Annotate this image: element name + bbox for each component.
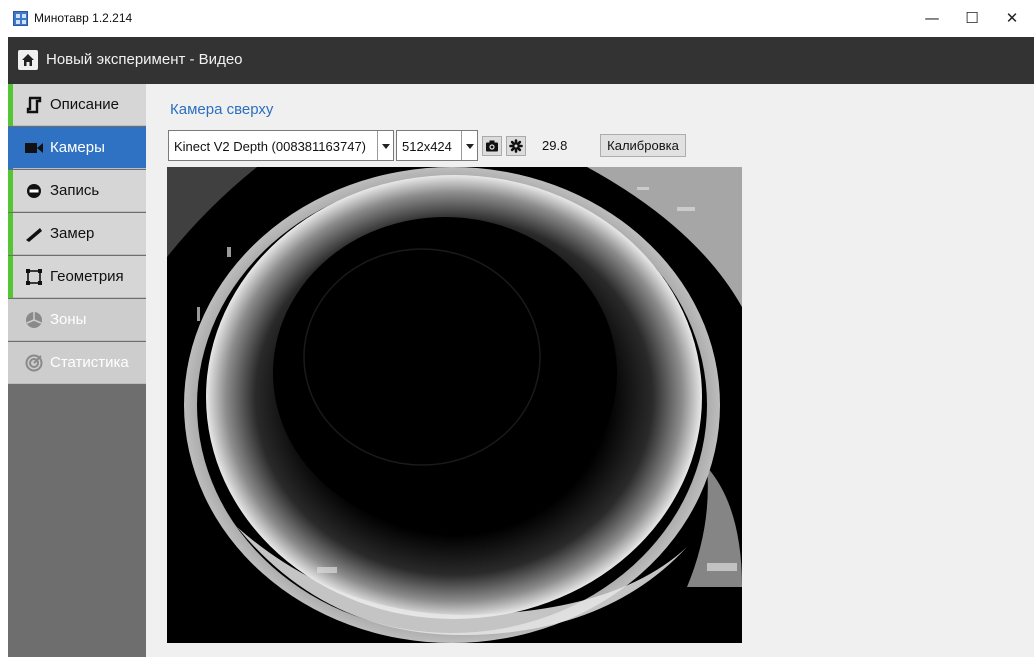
sidebar-item-recording[interactable]: Запись <box>8 170 146 212</box>
sidebar-item-cameras[interactable]: Камеры <box>8 127 146 169</box>
sidebar-item-label: Замер <box>50 225 95 242</box>
sidebar-item-label: Камеры <box>50 139 105 156</box>
active-marker <box>8 213 13 255</box>
maximize-button[interactable]: ☐ <box>957 6 987 30</box>
active-marker <box>8 127 13 169</box>
description-icon <box>26 96 42 114</box>
fps-readout: 29.8 <box>542 138 568 153</box>
sidebar-item-label: Запись <box>50 182 100 199</box>
camera-title: Камера сверху <box>170 101 274 118</box>
page-title: Новый эксперимент - Видео <box>46 51 243 68</box>
chevron-down-icon[interactable] <box>461 131 477 160</box>
sidebar-item-measure[interactable]: Замер <box>8 213 146 255</box>
camera-device-select[interactable]: Kinect V2 Depth (008381163747) <box>168 130 394 161</box>
active-marker <box>8 256 13 298</box>
gear-icon <box>509 139 523 153</box>
active-marker <box>8 84 13 126</box>
app-header: Новый эксперимент - Видео <box>8 37 1034 84</box>
zones-icon <box>26 312 42 328</box>
home-button[interactable] <box>18 50 38 70</box>
sidebar-item-geometry[interactable]: Геометрия <box>8 256 146 298</box>
app-logo-icon <box>13 11 28 26</box>
camera-video-feed[interactable] <box>167 167 742 643</box>
sidebar-item-statistics: Статистика <box>8 342 146 384</box>
ruler-icon <box>26 228 42 242</box>
sidebar-item-label: Геометрия <box>50 268 124 285</box>
home-icon <box>22 54 34 66</box>
sidebar-item-description[interactable]: Описание <box>8 84 146 126</box>
close-button[interactable]: ✕ <box>997 6 1027 30</box>
sidebar-item-label: Статистика <box>50 354 129 371</box>
statistics-icon <box>25 354 43 372</box>
main-content: Камера сверху Kinect V2 Depth (008381163… <box>146 84 1034 657</box>
snapshot-button[interactable] <box>482 136 502 156</box>
minimize-button[interactable]: — <box>917 6 947 30</box>
sidebar: Описание Камеры Запись Замер Геометрия З… <box>8 84 146 657</box>
camera-settings-button[interactable] <box>506 136 526 156</box>
calibration-button[interactable]: Калибровка <box>600 134 686 157</box>
geometry-icon <box>26 269 42 285</box>
camera-device-value: Kinect V2 Depth (008381163747) <box>174 139 367 154</box>
window-titlebar: Минотавр 1.2.214 — ☐ ✕ <box>0 0 1034 37</box>
sidebar-item-zones: Зоны <box>8 299 146 341</box>
window-title: Минотавр 1.2.214 <box>34 11 133 25</box>
resolution-select[interactable]: 512x424 <box>396 130 478 161</box>
sidebar-item-label: Зоны <box>50 311 87 328</box>
camera-icon <box>25 143 43 153</box>
active-marker <box>8 170 13 212</box>
sidebar-item-label: Описание <box>50 96 120 113</box>
camera-snapshot-icon <box>486 140 498 152</box>
chevron-down-icon[interactable] <box>377 131 393 160</box>
depth-image <box>167 167 742 643</box>
resolution-value: 512x424 <box>402 139 452 154</box>
record-icon <box>27 184 41 198</box>
